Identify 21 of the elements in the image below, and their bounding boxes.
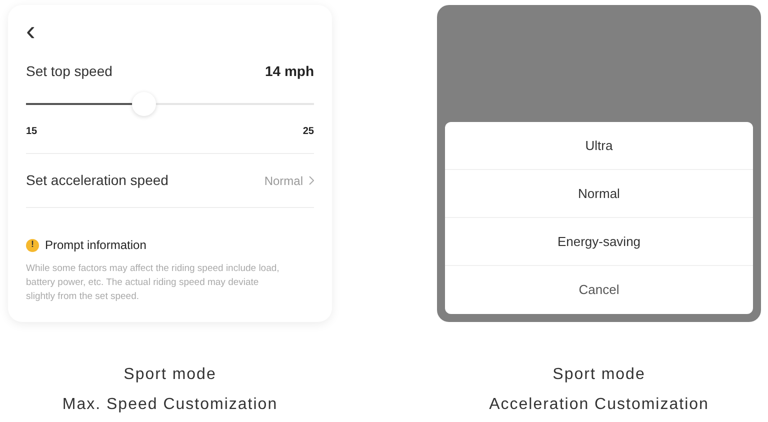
setting-label: Set acceleration speed	[26, 171, 168, 190]
setting-value: Normal	[264, 172, 303, 190]
slider-thumb[interactable]	[132, 92, 156, 116]
option-item[interactable]: Ultra	[445, 122, 753, 170]
slider[interactable]	[26, 92, 314, 116]
back-button[interactable]: ‹	[26, 17, 40, 45]
cancel-button[interactable]: Cancel	[445, 266, 753, 314]
chevron-right-icon	[309, 176, 314, 185]
max-label: 25	[302, 125, 314, 139]
caption: Sport mode	[124, 365, 216, 385]
warning-icon: !	[26, 238, 39, 252]
caption: Max. Speed Customization	[62, 395, 278, 415]
prompt-text: While some factors may affect the riding speed include load, battery power, etc. The actual riding speed may deviate slightly from the set speed.	[26, 262, 280, 304]
option-item[interactable]: Normal	[445, 170, 753, 218]
caption: Sport mode	[552, 365, 646, 385]
setting-label: Set top speed	[26, 62, 112, 81]
speed-value: 14 mph	[264, 62, 314, 81]
option-item[interactable]: Energy-saving	[445, 218, 753, 266]
prompt-title: Prompt information	[45, 237, 146, 254]
min-label: 15	[26, 125, 38, 139]
caption: Acceleration Customization	[489, 395, 709, 415]
